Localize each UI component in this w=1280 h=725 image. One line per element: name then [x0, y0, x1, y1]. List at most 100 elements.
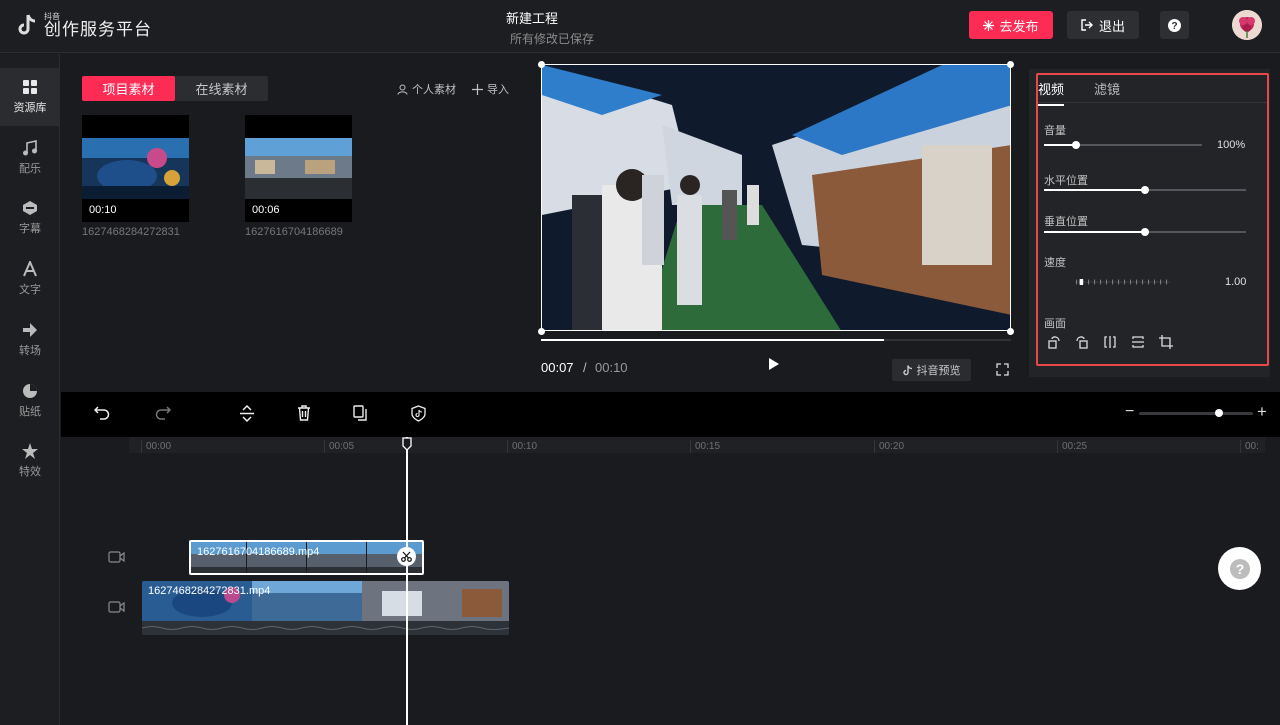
clip-name: 1627616704186689.mp4: [197, 546, 320, 558]
delete-button[interactable]: [297, 405, 311, 426]
sidebar-item-label: 字幕: [19, 223, 41, 235]
scissors-icon: [401, 551, 412, 562]
sidebar-item-library[interactable]: 资源库: [0, 68, 60, 126]
split-icon: [240, 404, 254, 423]
avatar[interactable]: [1232, 10, 1262, 40]
timeline[interactable]: 00:00 00:05 00:10 00:15 00:20 00:25 00: …: [61, 437, 1280, 725]
media-item[interactable]: 00:10: [82, 115, 189, 222]
crop-handle[interactable]: [1007, 61, 1014, 68]
playback-progress[interactable]: [541, 339, 1011, 341]
zoom-out-button[interactable]: −: [1125, 403, 1134, 421]
hpos-knob[interactable]: [1141, 186, 1149, 194]
crop-handle[interactable]: [1007, 328, 1014, 335]
sidebar-item-text[interactable]: 文字: [0, 250, 60, 308]
playhead[interactable]: [406, 437, 408, 725]
undo-button[interactable]: [93, 405, 110, 426]
volume-fill: [1044, 144, 1076, 146]
vpos-fill: [1044, 231, 1145, 233]
rotate-right-icon[interactable]: [1075, 335, 1089, 349]
sidebar-item-music[interactable]: 配乐: [0, 129, 60, 187]
floating-help-button[interactable]: ?: [1218, 547, 1261, 590]
sidebar-item-label: 转场: [19, 345, 41, 357]
personal-media-link[interactable]: 个人素材: [397, 81, 456, 97]
cut-button[interactable]: [397, 547, 416, 566]
sidebar-item-sticker[interactable]: 贴纸: [0, 372, 60, 430]
douyin-shield-button[interactable]: [411, 405, 426, 427]
play-icon: [769, 358, 779, 370]
media-actions: 个人素材 导入: [397, 81, 509, 97]
rotate-left-icon[interactable]: [1047, 335, 1061, 349]
split-button[interactable]: [239, 404, 255, 427]
sidebar-item-label: 贴纸: [19, 406, 41, 418]
ruler-tick: 00:05: [324, 440, 354, 453]
media-panel: 项目素材 在线素材 个人素材 导入 00:10 1627468284272831: [61, 54, 537, 392]
subtitle-icon: [23, 201, 37, 215]
video-track-icon: [108, 600, 125, 618]
undo-icon: [93, 406, 110, 420]
redo-button[interactable]: [155, 405, 172, 426]
publish-button[interactable]: 去发布: [969, 11, 1053, 39]
douyin-preview-button[interactable]: 抖音预览: [892, 359, 971, 381]
speed-slider[interactable]: [1044, 279, 1201, 285]
zoom-knob[interactable]: [1215, 409, 1223, 417]
save-status: 所有修改已保存: [509, 32, 594, 46]
transition-icon: [23, 323, 37, 337]
flip-vertical-icon[interactable]: [1131, 335, 1145, 349]
vpos-knob[interactable]: [1141, 228, 1149, 236]
sidebar-item-subtitle[interactable]: 字幕: [0, 189, 60, 247]
tab-online-media[interactable]: 在线素材: [175, 76, 268, 101]
playhead-handle-icon[interactable]: [402, 437, 412, 451]
media-item[interactable]: 00:06: [245, 115, 352, 222]
frame-tools: [1047, 335, 1173, 349]
volume-slider[interactable]: [1044, 141, 1202, 149]
crop-handle[interactable]: [538, 61, 545, 68]
media-tabs: 项目素材 在线素材: [82, 76, 268, 101]
speed-value: 1.00: [1225, 276, 1247, 288]
volume-value: 100%: [1217, 139, 1246, 151]
douyin-preview-label: 抖音预览: [916, 365, 961, 377]
ruler-tick: 00:00: [141, 440, 171, 453]
trash-icon: [298, 405, 310, 421]
help-icon: ?: [1168, 18, 1181, 32]
help-button[interactable]: ?: [1160, 11, 1189, 39]
douyin-shield-icon: [411, 405, 426, 422]
sticker-icon: [23, 384, 37, 398]
clip-name: 1627468284272831.mp4: [148, 585, 271, 597]
ruler-tick: 00:10: [507, 440, 537, 453]
timeline-clip-bottom[interactable]: 1627468284272831.mp4: [142, 581, 509, 635]
vpos-slider[interactable]: [1044, 228, 1246, 236]
hpos-label: 水平位置: [1044, 175, 1088, 187]
volume-label: 音量: [1044, 125, 1066, 137]
media-duration: 00:06: [252, 204, 280, 216]
exit-button[interactable]: 退出: [1067, 11, 1139, 39]
volume-knob[interactable]: [1071, 141, 1080, 149]
import-link[interactable]: 导入: [472, 81, 509, 97]
zoom-in-button[interactable]: +: [1257, 402, 1267, 422]
library-icon: [23, 80, 37, 94]
fullscreen-button[interactable]: [996, 363, 1009, 381]
play-button[interactable]: [768, 357, 780, 376]
ruler-tick: 00:15: [690, 440, 720, 453]
sidebar-item-transition[interactable]: 转场: [0, 311, 60, 369]
frame-label: 画面: [1044, 318, 1066, 330]
sidebar-item-effects[interactable]: 特效: [0, 432, 60, 490]
time-ruler[interactable]: 00:00 00:05 00:10 00:15 00:20 00:25 00:: [129, 437, 1265, 453]
crop-handle[interactable]: [538, 328, 545, 335]
timeline-clip-top[interactable]: 1627616704186689.mp4: [189, 540, 424, 575]
speed-label: 速度: [1044, 257, 1066, 269]
avatar-flower-icon: [1232, 10, 1262, 40]
svg-text:?: ?: [1171, 21, 1177, 32]
hpos-slider[interactable]: [1044, 186, 1246, 194]
video-track-icon: [108, 550, 125, 568]
project-title[interactable]: 新建工程: [0, 8, 1064, 27]
left-sidebar: 资源库 配乐 字幕 文字 转场 贴纸 特效: [0, 54, 60, 725]
copy-button[interactable]: [353, 405, 368, 426]
ruler-tick: 00:20: [874, 440, 904, 453]
video-preview[interactable]: [541, 64, 1011, 331]
ruler-tick: 00:: [1240, 440, 1259, 453]
flip-horizontal-icon[interactable]: [1103, 335, 1117, 349]
tab-project-media[interactable]: 项目素材: [82, 76, 175, 101]
redo-icon: [155, 406, 172, 420]
crop-icon[interactable]: [1159, 335, 1173, 349]
zoom-slider[interactable]: [1139, 409, 1253, 417]
